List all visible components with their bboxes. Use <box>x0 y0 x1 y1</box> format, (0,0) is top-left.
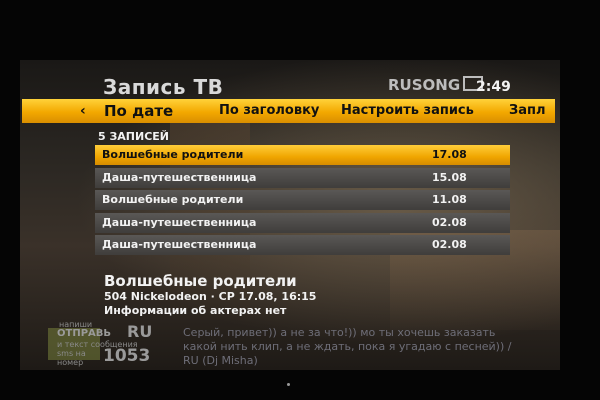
sms-send-label: ОТПРАВЬ <box>57 328 112 339</box>
recording-details: Волшебные родители 504 Nickelodeon · СР … <box>104 272 316 318</box>
list-item[interactable]: Даша-путешественница 02.08 <box>95 212 510 233</box>
details-actors: Информации об актерах нет <box>104 304 287 317</box>
list-item-date: 02.08 <box>432 238 467 251</box>
channel-logo: RUSONG <box>388 76 484 94</box>
list-item-date: 15.08 <box>432 170 467 184</box>
page-title: Запись ТВ <box>103 75 224 99</box>
tab-by-date[interactable]: По дате <box>104 99 173 123</box>
list-item-title: Даша-путешественница <box>102 238 257 251</box>
recordings-count: 5 ЗАПИСЕЙ <box>98 130 170 143</box>
list-item-title: Даша-путешественница <box>102 215 257 229</box>
recordings-list: Волшебные родители 17.08 Даша-путешестве… <box>95 145 510 258</box>
tab-by-title[interactable]: По заголовку <box>219 99 319 123</box>
sms-banner: напиши ОТПРАВЬ RU и текст сообщения sms … <box>57 320 167 370</box>
list-item-date: 17.08 <box>432 148 467 161</box>
sms-ticker: Серый, привет)) а не за что!)) мо ты хоч… <box>183 326 512 367</box>
tab-configure-recording[interactable]: Настроить запись <box>341 99 474 123</box>
list-item-title: Даша-путешественница <box>102 170 257 184</box>
logo-text: RUSONG <box>388 76 461 94</box>
chevron-left-icon[interactable]: ‹ <box>80 99 86 123</box>
clock: 2:49 <box>476 79 511 95</box>
tab-bar: ‹ По дате По заголовку Настроить запись … <box>22 99 555 123</box>
list-item[interactable]: Волшебные родители 11.08 <box>95 190 510 210</box>
list-item-title: Волшебные родители <box>102 148 244 161</box>
sms-label-sms: sms на <box>57 349 86 358</box>
details-channel-time: 504 Nickelodeon · СР 17.08, 16:15 <box>104 290 317 303</box>
status-dot <box>287 383 290 386</box>
list-item-date: 02.08 <box>432 215 467 229</box>
list-item[interactable]: Волшебные родители 17.08 <box>95 145 510 165</box>
sms-label-number: номер <box>57 358 84 367</box>
list-item-date: 11.08 <box>432 193 467 206</box>
list-item-title: Волшебные родители <box>102 193 244 206</box>
sms-code: RU <box>127 322 153 341</box>
details-title: Волшебные родители <box>104 272 297 290</box>
list-item[interactable]: Даша-путешественница 15.08 <box>95 167 510 188</box>
sms-number: 1053 <box>103 346 151 366</box>
list-item[interactable]: Даша-путешественница 02.08 <box>95 235 510 255</box>
tab-scheduled[interactable]: Запл <box>509 99 546 123</box>
